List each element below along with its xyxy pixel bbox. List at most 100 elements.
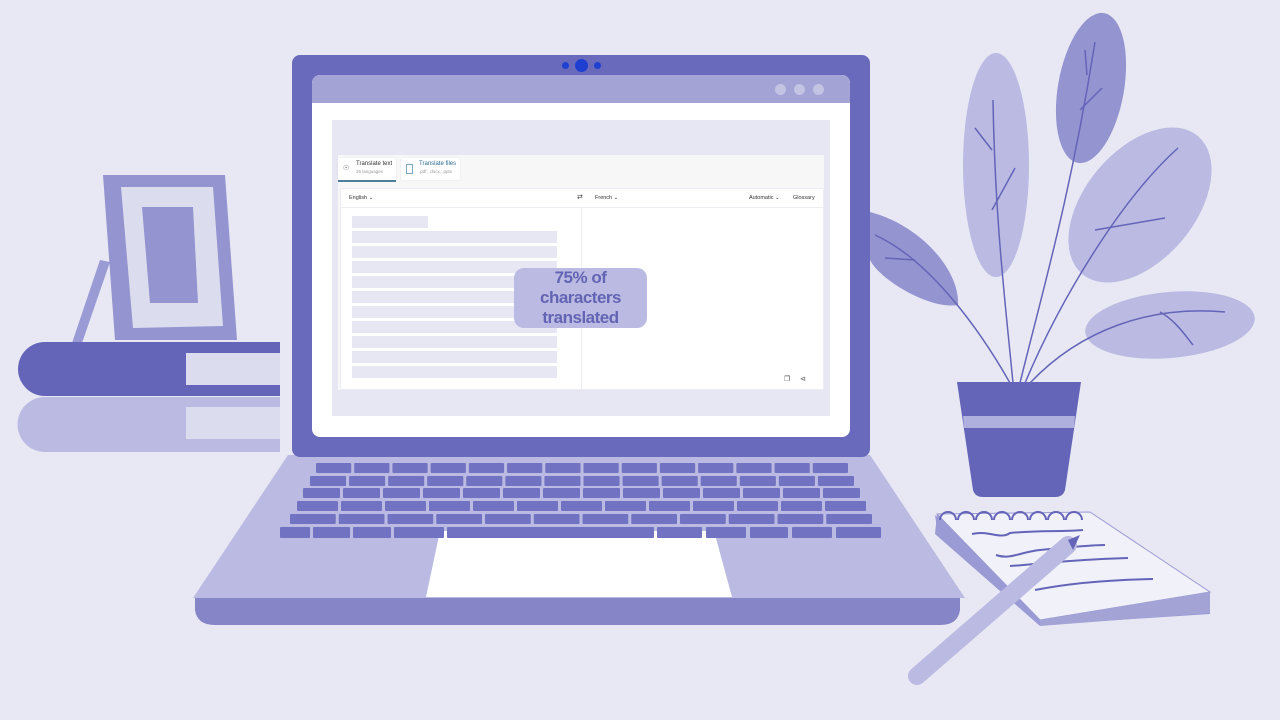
- tab-translate-files[interactable]: Translate files .pdf, .docx, .pptx: [401, 158, 460, 180]
- keyboard-key: [353, 527, 391, 538]
- keyboard-key: [427, 476, 464, 486]
- keyboard-key: [783, 488, 820, 498]
- keyboard-key: [817, 476, 854, 486]
- camera-dot-right: [594, 62, 601, 69]
- progress-line-1: 75% of characters: [539, 268, 622, 307]
- keyboard-key: [423, 488, 460, 498]
- tab-sublabel: 26 languages: [356, 169, 384, 174]
- keyboard-key: [338, 514, 385, 524]
- keyboard-key: [750, 527, 788, 538]
- share-icon[interactable]: ⊲: [800, 375, 806, 383]
- translation-progress-badge: 75% of characters translated: [514, 268, 647, 328]
- keyboard-key: [812, 463, 848, 473]
- window-control-dot[interactable]: [813, 84, 824, 95]
- tab-label: Translate files: [419, 161, 457, 167]
- keyboard-key: [661, 476, 698, 486]
- chevron-down-icon: ⌄: [368, 195, 374, 201]
- book-stack: [17, 342, 280, 452]
- keyboard-key: [545, 463, 581, 473]
- keyboard-key: [700, 476, 737, 486]
- keyboard-key: [605, 501, 646, 511]
- skeleton-line: [352, 216, 428, 228]
- chevron-down-icon: ⌄: [775, 195, 780, 201]
- source-language-select[interactable]: English ⌄: [349, 189, 373, 207]
- keyboard-key: [561, 501, 602, 511]
- keyboard-key: [343, 488, 380, 498]
- keyboard-key: [583, 476, 620, 486]
- keyboard-key: [621, 463, 657, 473]
- keyboard-key: [825, 501, 866, 511]
- copy-icon[interactable]: ❐: [784, 375, 790, 383]
- keyboard-key: [778, 476, 815, 486]
- keyboard-key: [473, 501, 514, 511]
- skeleton-line: [352, 366, 557, 378]
- window-control-dot[interactable]: [794, 84, 805, 95]
- glossary-label: Glossary: [793, 195, 815, 201]
- keyboard-key: [693, 501, 734, 511]
- keyboard-key: [544, 476, 581, 486]
- keyboard-key: [743, 488, 780, 498]
- keyboard-key: [316, 463, 352, 473]
- keyboard-key: [663, 488, 700, 498]
- document-icon: [406, 164, 413, 174]
- keyboard-key: [310, 476, 347, 486]
- picture-frame: [72, 175, 237, 343]
- keyboard-key: [543, 488, 580, 498]
- window-control-dot[interactable]: [775, 84, 786, 95]
- keyboard-key: [703, 488, 740, 498]
- keyboard-key: [781, 501, 822, 511]
- keyboard-key: [533, 514, 580, 524]
- keyboard-key: [774, 463, 810, 473]
- keyboard-key: [739, 476, 776, 486]
- notepad: [935, 511, 1212, 626]
- keyboard-key: [485, 514, 531, 524]
- keyboard-key: [777, 514, 824, 524]
- trackpad: [426, 531, 732, 597]
- keyboard-key: [737, 501, 778, 511]
- target-language-select[interactable]: French ⌄: [595, 189, 618, 207]
- swap-arrows-icon: ⇄: [577, 194, 583, 201]
- keyboard-key: [313, 527, 350, 538]
- keyboard-key: [836, 527, 881, 538]
- keyboard-key: [354, 463, 390, 473]
- keyboard-key: [698, 463, 734, 473]
- skeleton-line: [352, 351, 557, 363]
- keyboard-key: [349, 476, 386, 486]
- keyboard-key: [659, 463, 696, 473]
- potted-plant: [870, 12, 1255, 497]
- keyboard-key: [623, 488, 660, 498]
- keyboard-key: [303, 488, 340, 498]
- keyboard-key: [385, 501, 426, 511]
- keyboard-key: [631, 514, 677, 524]
- keyboard-key: [680, 514, 726, 524]
- keyboard-key: [463, 488, 500, 498]
- glossary-button[interactable]: Glossary: [793, 189, 815, 207]
- keyboard-key: [468, 463, 505, 473]
- keyboard-key: [507, 463, 543, 473]
- formality-select[interactable]: Automatic ⌄: [749, 189, 780, 207]
- keyboard-key: [466, 476, 503, 486]
- keyboard-key: [388, 476, 425, 486]
- tab-label: Translate text: [356, 161, 393, 167]
- skeleton-line: [352, 336, 557, 348]
- keyboard-key: [387, 514, 434, 524]
- keyboard-key: [736, 463, 772, 473]
- keyboard-key: [297, 501, 338, 511]
- skeleton-line: [352, 246, 557, 258]
- keyboard-key: [657, 527, 702, 538]
- swap-languages-button[interactable]: ⇄: [577, 189, 583, 207]
- formality-label: Automatic: [749, 195, 774, 201]
- keyboard-key: [383, 488, 420, 498]
- keyboard-key: [622, 476, 659, 486]
- keyboard-key: [582, 514, 629, 524]
- keyboard-key: [341, 501, 382, 511]
- tab-translate-text[interactable]: ☉ Translate text 26 languages: [338, 158, 396, 182]
- keyboard-key: [290, 514, 336, 524]
- target-language-label: French: [595, 195, 613, 201]
- keyboard-key: [706, 527, 746, 538]
- keyboard-key: [517, 501, 558, 511]
- keyboard-key: [503, 488, 540, 498]
- keyboard-key: [280, 527, 310, 538]
- keyboard-key: [436, 514, 482, 524]
- tab-sublabel: .pdf, .docx, .pptx: [419, 169, 453, 174]
